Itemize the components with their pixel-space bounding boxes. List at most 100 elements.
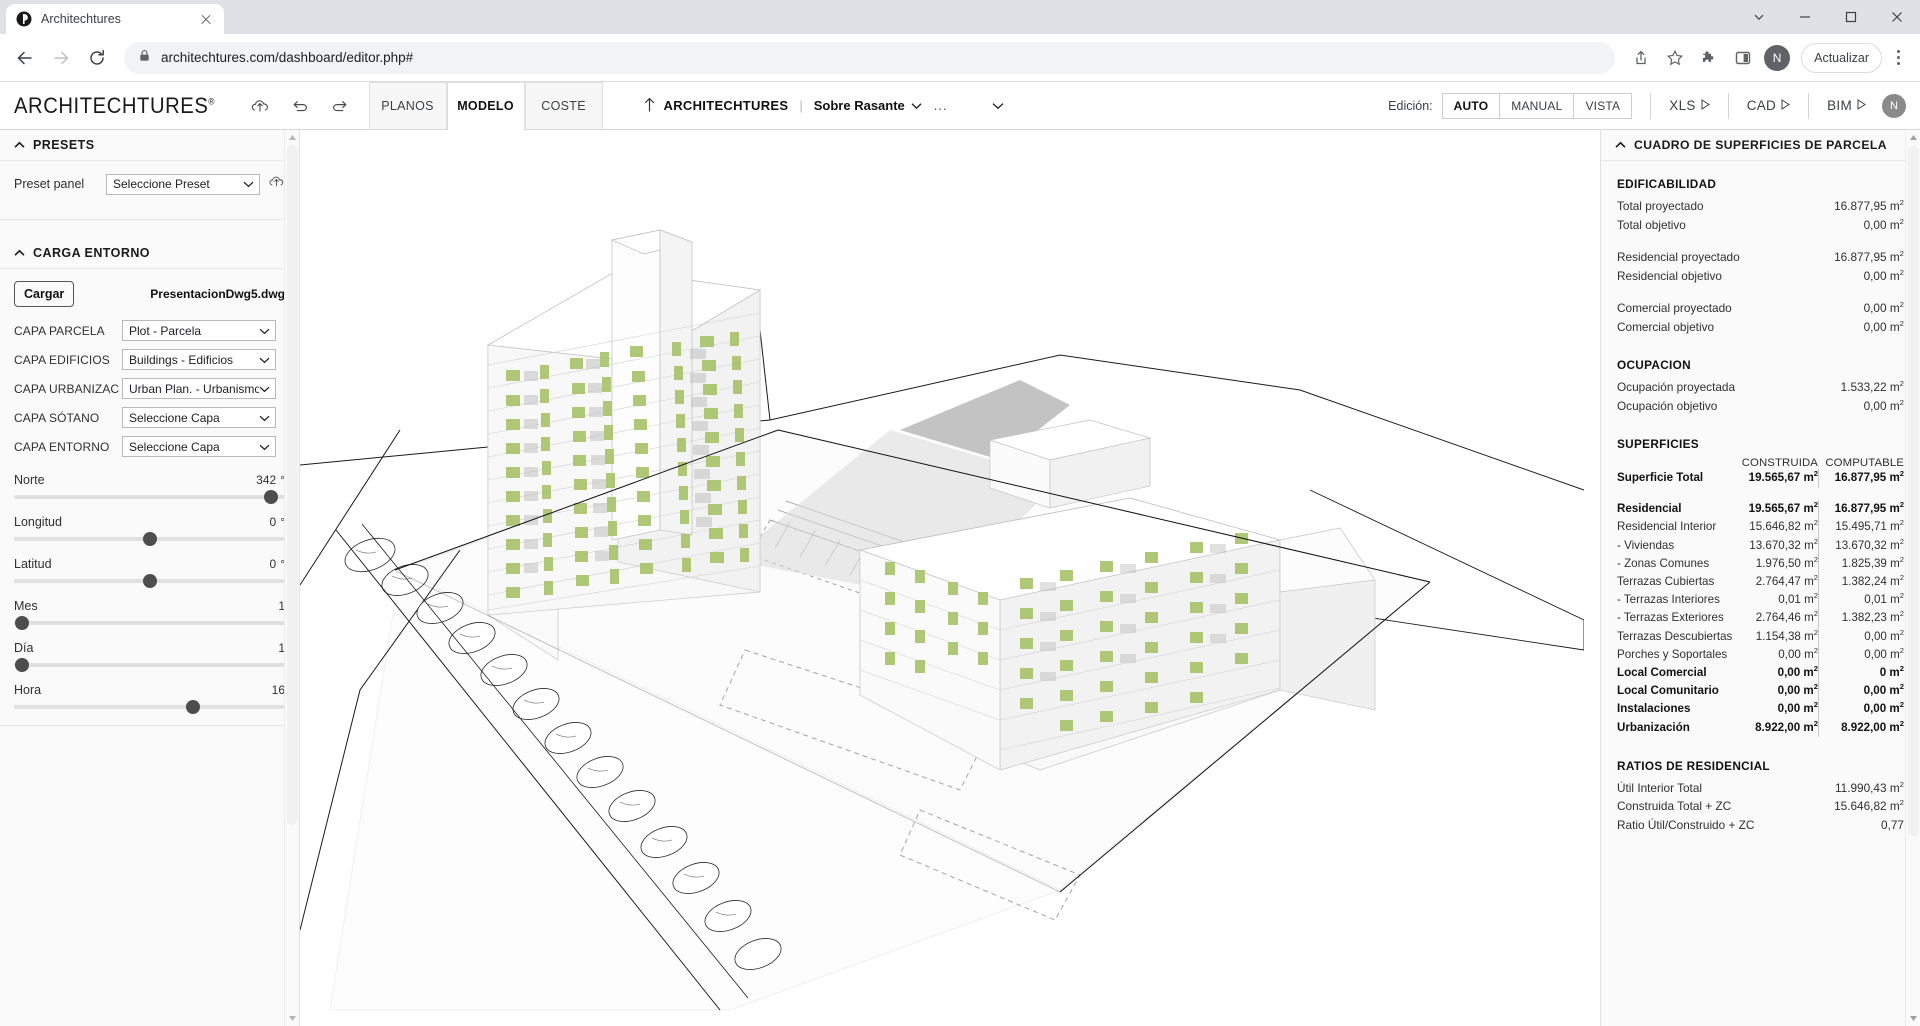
- chevron-up-icon: [14, 246, 25, 260]
- slider-track[interactable]: [14, 537, 285, 541]
- row-computable: 0,00 m2: [1818, 700, 1904, 718]
- puzzle-icon[interactable]: [1693, 42, 1725, 74]
- slider-label: Latitud: [14, 557, 52, 571]
- row-construida: 0,00 m2: [1740, 682, 1818, 700]
- layer-label: CAPA PARCELA: [14, 324, 122, 338]
- table-row: Residencial 19.565,67 m2 16.877,95 m2: [1617, 500, 1904, 518]
- export-cad-button[interactable]: CAD: [1747, 98, 1790, 113]
- share-icon[interactable]: [1625, 42, 1657, 74]
- avatar[interactable]: N: [1761, 42, 1793, 74]
- project-bar: ARCHITECHTURES | Sobre Rasante ...: [643, 82, 1004, 129]
- scroll-down-arrow-icon[interactable]: [285, 1011, 300, 1026]
- kv-key: Construida Total + ZC: [1617, 797, 1834, 816]
- architechtures-logo-icon: [16, 11, 32, 27]
- layer-select-sotano[interactable]: Seleccione Capa: [122, 407, 276, 428]
- kv-value: 0,00 m2: [1864, 318, 1904, 337]
- preset-select-value: Seleccione Preset: [113, 177, 243, 191]
- window-close-icon[interactable]: [1874, 0, 1920, 34]
- preset-select[interactable]: Seleccione Preset: [106, 174, 260, 195]
- scroll-up-arrow-icon[interactable]: [1906, 130, 1920, 145]
- table-row: - Terrazas Exteriores 2.764,46 m2 1.382,…: [1617, 609, 1904, 627]
- row-construida: 0,00 m2: [1740, 646, 1818, 664]
- arrow-up-icon[interactable]: [643, 97, 656, 115]
- redo-icon[interactable]: [327, 91, 353, 121]
- undo-icon[interactable]: [287, 91, 313, 121]
- slider-track[interactable]: [14, 495, 285, 499]
- chevron-down-icon[interactable]: [1736, 0, 1782, 34]
- avatar[interactable]: N: [1882, 94, 1906, 118]
- table-row: Terrazas Descubiertas 1.154,38 m2 0,00 m…: [1617, 628, 1904, 646]
- superficies-table: CONSTRUIDA COMPUTABLE Superficie Total 1…: [1617, 457, 1904, 737]
- panel-gap: [0, 220, 299, 238]
- surfaces-panel-body: EDIFICABILIDAD Total proyectado 16.877,9…: [1601, 161, 1920, 844]
- slider-thumb[interactable]: [15, 616, 29, 630]
- browser-toolbar: architechtures.com/dashboard/editor.php#…: [0, 34, 1920, 82]
- kv-key: Total objetivo: [1617, 216, 1864, 235]
- slider-track[interactable]: [14, 705, 285, 709]
- layer-label: CAPA ENTORNO: [14, 440, 122, 454]
- left-panel-scrollbar[interactable]: [284, 130, 299, 1026]
- edition-mode-manual[interactable]: MANUAL: [1500, 94, 1574, 118]
- update-button[interactable]: Actualizar: [1801, 43, 1882, 73]
- slider-thumb[interactable]: [143, 574, 157, 588]
- slider-thumb[interactable]: [15, 658, 29, 672]
- layer-select-entorno[interactable]: Seleccione Capa: [122, 436, 276, 457]
- forward-arrow-icon[interactable]: [44, 41, 78, 75]
- slider-track[interactable]: [14, 663, 285, 667]
- kv-row: Ocupación proyectada 1.533,22 m2: [1617, 378, 1904, 397]
- layer-select-urbanizacion[interactable]: Urban Plan. - Urbanismo: [122, 378, 276, 399]
- layer-select-parcela[interactable]: Plot - Parcela: [122, 320, 276, 341]
- chevron-down-icon[interactable]: [992, 98, 1004, 113]
- kv-value: 1.533,22 m2: [1841, 378, 1904, 397]
- presets-header[interactable]: PRESETS: [0, 130, 299, 161]
- row-computable: 0,00 m2: [1818, 682, 1904, 700]
- close-icon[interactable]: [198, 11, 214, 27]
- row-label: Superficie Total: [1617, 469, 1740, 487]
- carga-entorno-header[interactable]: CARGA ENTORNO: [0, 238, 299, 269]
- chevron-down-icon[interactable]: [911, 98, 922, 113]
- address-bar[interactable]: architechtures.com/dashboard/editor.php#: [124, 42, 1615, 74]
- browser-tab[interactable]: Architechtures: [6, 4, 224, 34]
- surfaces-panel-header[interactable]: CUADRO DE SUPERFICIES DE PARCELA: [1601, 130, 1920, 161]
- kv-value: 16.877,95 m2: [1834, 197, 1904, 216]
- cloud-upload-icon[interactable]: [268, 173, 285, 195]
- export-xls-button[interactable]: XLS: [1669, 98, 1709, 113]
- project-more-dots[interactable]: ...: [934, 98, 948, 113]
- carga-entorno-body: Cargar PresentacionDwg5.dwg CAPA PARCELA…: [0, 269, 299, 725]
- tab-coste[interactable]: COSTE: [525, 82, 603, 129]
- edition-mode-auto[interactable]: AUTO: [1443, 94, 1501, 118]
- star-icon[interactable]: [1659, 42, 1691, 74]
- export-bim-button[interactable]: BIM: [1827, 98, 1866, 113]
- scrollbar-thumb[interactable]: [287, 145, 298, 825]
- table-row: Local Comercial 0,00 m2 0 m2: [1617, 664, 1904, 682]
- kebab-menu-icon[interactable]: [1884, 41, 1912, 75]
- carga-entorno-panel: CARGA ENTORNO Cargar PresentacionDwg5.dw…: [0, 238, 299, 726]
- scroll-down-arrow-icon[interactable]: [1906, 1011, 1920, 1026]
- reload-icon[interactable]: [80, 41, 114, 75]
- edition-mode-group: AUTO MANUAL VISTA: [1442, 93, 1633, 119]
- right-panel-scrollbar[interactable]: [1905, 130, 1920, 1026]
- column-header-computable: COMPUTABLE: [1818, 457, 1904, 469]
- cargar-button[interactable]: Cargar: [14, 281, 74, 307]
- scrollbar-thumb[interactable]: [1908, 146, 1919, 836]
- cloud-upload-icon[interactable]: [247, 91, 273, 121]
- slider-track[interactable]: [14, 621, 285, 625]
- export-xls-label: XLS: [1669, 98, 1695, 113]
- level-selector-label[interactable]: Sobre Rasante: [814, 98, 905, 113]
- 3d-model-viewport[interactable]: [300, 130, 1600, 1026]
- scroll-up-arrow-icon[interactable]: [285, 130, 299, 145]
- slider-thumb[interactable]: [264, 490, 278, 504]
- maximize-icon[interactable]: [1828, 0, 1874, 34]
- tab-modelo[interactable]: MODELO: [447, 82, 525, 129]
- tab-planos[interactable]: PLANOS: [369, 82, 447, 129]
- minimize-icon[interactable]: [1782, 0, 1828, 34]
- back-arrow-icon[interactable]: [8, 41, 42, 75]
- side-panel-icon[interactable]: [1727, 42, 1759, 74]
- slider-thumb[interactable]: [186, 700, 200, 714]
- layer-select-edificios[interactable]: Buildings - Edificios: [122, 349, 276, 370]
- table-row: Instalaciones 0,00 m2 0,00 m2: [1617, 700, 1904, 718]
- edition-mode-vista[interactable]: VISTA: [1574, 94, 1631, 118]
- slider-thumb[interactable]: [143, 532, 157, 546]
- slider-track[interactable]: [14, 579, 285, 583]
- slider-longitud: Longitud 0°: [14, 515, 285, 541]
